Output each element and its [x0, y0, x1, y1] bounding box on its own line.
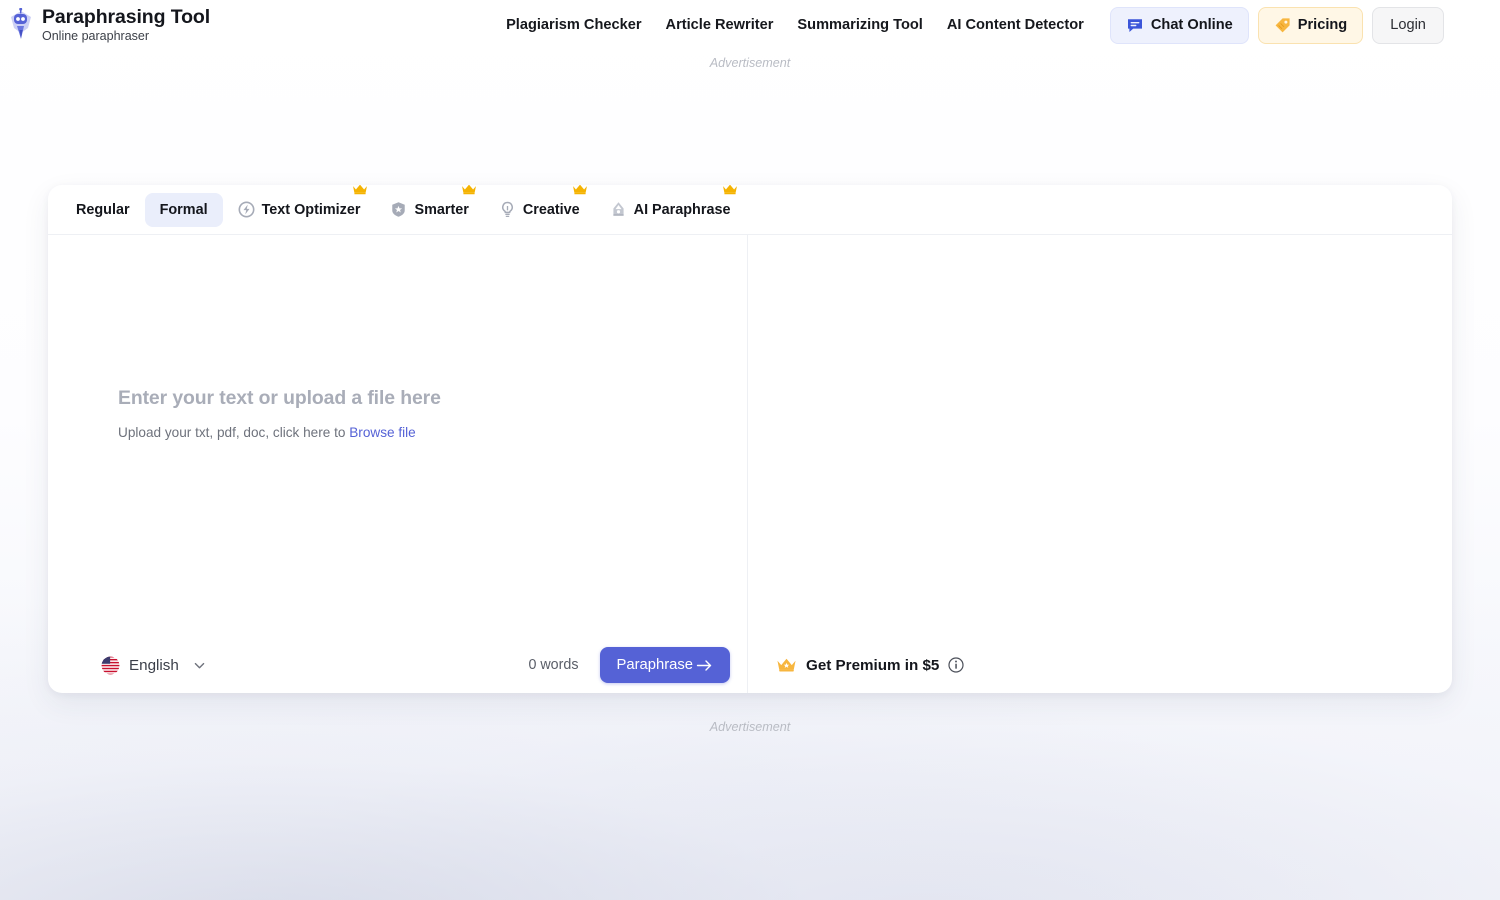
crown-icon	[572, 185, 587, 194]
nav-link-ai-content-detector[interactable]: AI Content Detector	[939, 11, 1092, 39]
price-tag-icon	[1275, 17, 1290, 32]
chat-online-button[interactable]: Chat Online	[1109, 6, 1249, 44]
crown-icon	[353, 185, 368, 194]
paraphrase-button[interactable]: Paraphrase	[599, 647, 730, 683]
brand-subtitle: Online paraphraser	[42, 29, 150, 44]
info-circle-icon[interactable]	[948, 657, 964, 673]
upload-hint: Upload your txt, pdf, doc, click here to…	[118, 425, 441, 440]
tab-text-optimizer-label: Text Optimizer	[261, 201, 361, 218]
tab-creative[interactable]: Creative	[484, 185, 595, 227]
tab-ai-paraphrase[interactable]: AI Paraphrase	[595, 185, 746, 227]
pricing-label: Pricing	[1297, 17, 1348, 33]
language-selector[interactable]: English	[101, 656, 206, 675]
login-label: Login	[1390, 17, 1426, 33]
header-actions: Chat Online Pricing Login	[1109, 6, 1444, 44]
output-pane[interactable]	[748, 235, 1452, 637]
login-button[interactable]: Login	[1372, 6, 1444, 44]
brand-text: Paraphrasing Tool Online paraphraser	[42, 5, 211, 44]
get-premium-button[interactable]: Get Premium in $5	[776, 657, 964, 674]
pen-nib-icon	[613, 202, 624, 216]
card-footer-left: English 0 words Paraphrase	[48, 637, 748, 693]
chat-online-label: Chat Online	[1150, 17, 1233, 33]
tab-regular-label: Regular	[76, 201, 130, 218]
lightbulb-icon	[501, 201, 513, 217]
input-placeholder-block: Enter your text or upload a file here Up…	[118, 387, 441, 440]
star-shield-icon	[392, 202, 406, 217]
tab-formal-label: Formal	[159, 201, 208, 218]
pricing-button[interactable]: Pricing	[1257, 6, 1364, 44]
input-actions: 0 words Paraphrase	[528, 647, 730, 683]
advertisement-label-top: Advertisement	[709, 56, 791, 70]
paraphrase-label: Paraphrase	[616, 657, 694, 673]
robot-pen-logo-icon	[11, 8, 31, 39]
get-premium-label: Get Premium in $5	[806, 656, 940, 674]
lightning-circle-icon	[238, 201, 255, 218]
advertisement-label-bottom: Advertisement	[709, 720, 791, 734]
language-name: English	[129, 656, 179, 674]
crown-icon	[723, 185, 738, 194]
tab-smarter-label: Smarter	[414, 201, 469, 218]
input-pane[interactable]: Enter your text or upload a file here Up…	[48, 235, 748, 637]
paraphraser-card: Regular Formal Text Optimizer Smarter Cr…	[48, 185, 1452, 693]
tab-regular[interactable]: Regular	[61, 193, 145, 227]
tab-ai-paraphrase-label: AI Paraphrase	[633, 201, 731, 218]
crown-icon	[777, 658, 796, 672]
tab-formal[interactable]: Formal	[144, 192, 223, 227]
browse-file-link[interactable]: Browse file	[349, 425, 415, 440]
main-nav: Plagiarism Checker Article Rewriter Summ…	[498, 11, 1092, 39]
us-flag-icon	[101, 656, 120, 674]
chat-bubble-icon	[1127, 19, 1142, 32]
arrow-right-icon	[696, 659, 712, 671]
brand-title: Paraphrasing Tool	[42, 5, 211, 28]
card-footer-right: Get Premium in $5	[748, 637, 1452, 693]
brand-logo-block[interactable]: Paraphrasing Tool Online paraphraser	[0, 5, 211, 44]
tab-text-optimizer[interactable]: Text Optimizer	[223, 185, 376, 227]
crown-icon	[461, 185, 476, 194]
chevron-down-icon	[194, 662, 205, 668]
nav-link-article-rewriter[interactable]: Article Rewriter	[658, 11, 782, 39]
tab-smarter[interactable]: Smarter	[375, 185, 483, 227]
editor-panes: Enter your text or upload a file here Up…	[48, 235, 1452, 637]
nav-link-summarizing-tool[interactable]: Summarizing Tool	[789, 11, 930, 39]
nav-link-plagiarism-checker[interactable]: Plagiarism Checker	[498, 11, 649, 39]
card-footer: English 0 words Paraphrase Get Premium i…	[48, 637, 1452, 693]
input-placeholder-title: Enter your text or upload a file here	[118, 387, 441, 409]
upload-hint-text: Upload your txt, pdf, doc, click here to	[118, 425, 346, 440]
word-count: 0 words	[528, 657, 579, 673]
page-root: Paraphrasing Tool Online paraphraser Pla…	[0, 0, 1500, 900]
tab-creative-label: Creative	[522, 201, 580, 218]
mode-tab-bar: Regular Formal Text Optimizer Smarter Cr…	[48, 185, 1452, 235]
site-header: Paraphrasing Tool Online paraphraser Pla…	[0, 0, 1500, 50]
